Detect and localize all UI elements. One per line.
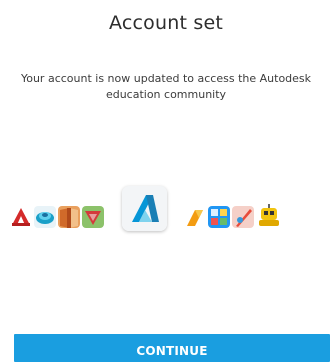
maya-icon — [34, 206, 56, 228]
fusion-icon — [184, 206, 206, 228]
page-title: Account set — [109, 12, 223, 34]
instructables-robot-icon — [256, 202, 282, 228]
confirmation-message: Your account is now updated to access th… — [20, 72, 312, 101]
autodesk-logo-icon — [122, 186, 167, 231]
product-icons-row — [10, 186, 330, 236]
account-set-page: Account set Your account is now updated … — [0, 0, 332, 362]
inventor-icon — [82, 206, 104, 228]
autocad-icon — [10, 206, 32, 228]
sketchbook-icon — [208, 206, 230, 228]
revit-icon — [58, 206, 80, 228]
continue-button[interactable]: CONTINUE — [14, 334, 330, 362]
mudbox-icon — [232, 206, 254, 228]
